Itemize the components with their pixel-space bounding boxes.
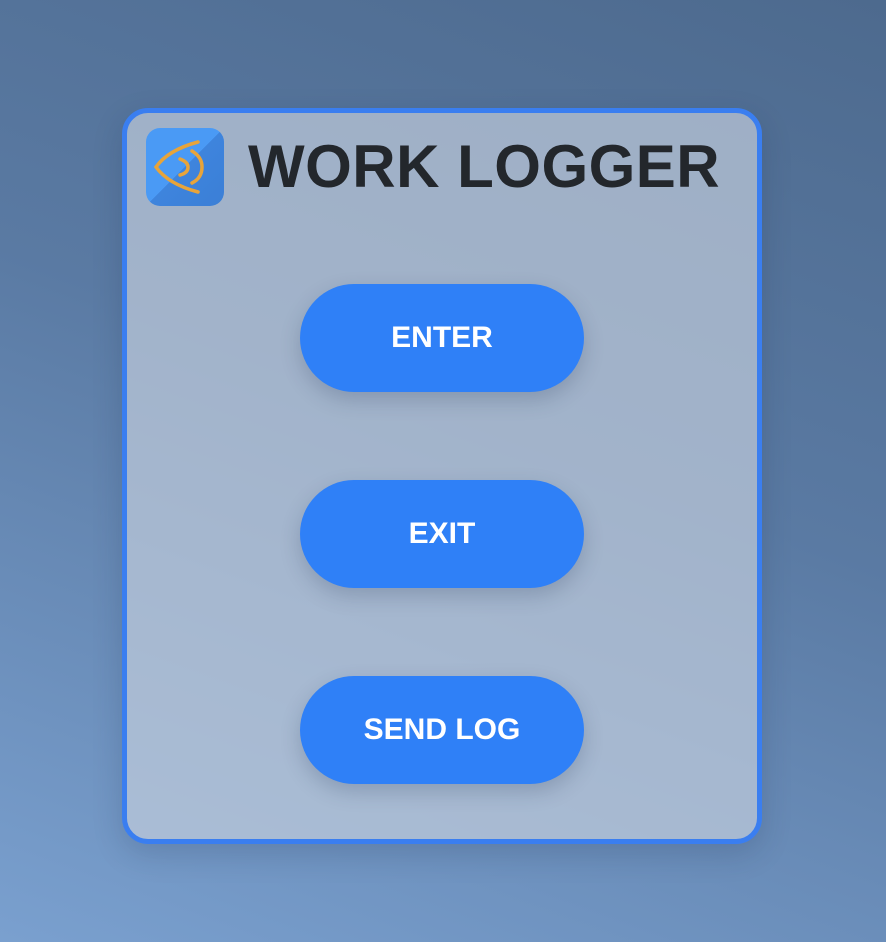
exit-button[interactable]: EXIT xyxy=(300,480,584,588)
main-panel: WORK LOGGER ENTER EXIT SEND LOG xyxy=(122,108,762,844)
app-title: WORK LOGGER xyxy=(248,133,721,200)
eye-logo-icon xyxy=(146,128,224,206)
header: WORK LOGGER xyxy=(146,128,720,206)
enter-button[interactable]: ENTER xyxy=(300,284,584,392)
send-log-button[interactable]: SEND LOG xyxy=(300,676,584,784)
